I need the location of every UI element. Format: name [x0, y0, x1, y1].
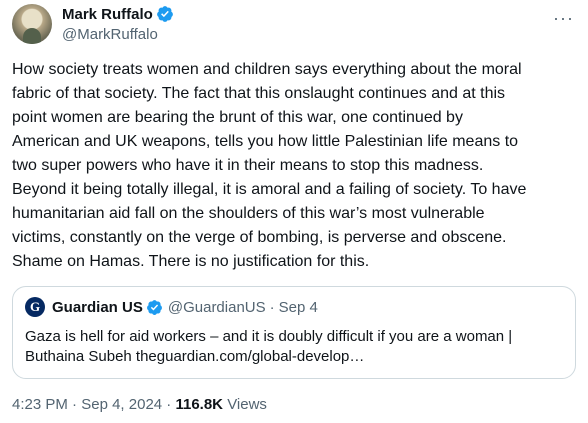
- tweet-time[interactable]: 4:23 PM: [12, 396, 68, 413]
- guardian-logo-icon: G: [25, 297, 45, 317]
- more-horizontal-icon[interactable]: ···: [553, 8, 574, 29]
- footer-separator: ·: [72, 396, 78, 413]
- tweet-date[interactable]: Sep 4, 2024: [81, 396, 162, 413]
- author-name-row: Mark Ruffalo: [62, 5, 174, 23]
- quoted-author-handle: @GuardianUS: [167, 298, 266, 316]
- tweet-header: Mark Ruffalo @MarkRuffalo ···: [12, 4, 578, 48]
- views-label: Views: [227, 396, 267, 413]
- quoted-tweet[interactable]: G Guardian US @GuardianUS · Sep 4 Gaza i…: [12, 286, 576, 379]
- avatar[interactable]: [12, 4, 52, 44]
- quoted-author-name: Guardian US: [52, 298, 143, 316]
- author-handle[interactable]: @MarkRuffalo: [62, 26, 158, 43]
- views-count: 116.8K: [175, 396, 224, 413]
- verified-badge-icon: [146, 299, 162, 315]
- quoted-separator: ·: [269, 298, 275, 316]
- tweet-text: How society treats women and children sa…: [12, 61, 527, 270]
- quoted-tweet-text: Gaza is hell for aid workers – and it is…: [25, 328, 513, 365]
- tweet-footer: 4:23 PM · Sep 4, 2024 · 116.8K Views: [12, 396, 267, 413]
- quoted-tweet-header: G Guardian US @GuardianUS · Sep 4: [25, 297, 318, 317]
- quoted-date: Sep 4: [278, 298, 318, 316]
- footer-separator: ·: [166, 396, 172, 413]
- verified-badge-icon: [156, 6, 173, 22]
- author-display-name[interactable]: Mark Ruffalo: [62, 6, 153, 23]
- tweet-card: Mark Ruffalo @MarkRuffalo ··· How societ…: [0, 0, 588, 423]
